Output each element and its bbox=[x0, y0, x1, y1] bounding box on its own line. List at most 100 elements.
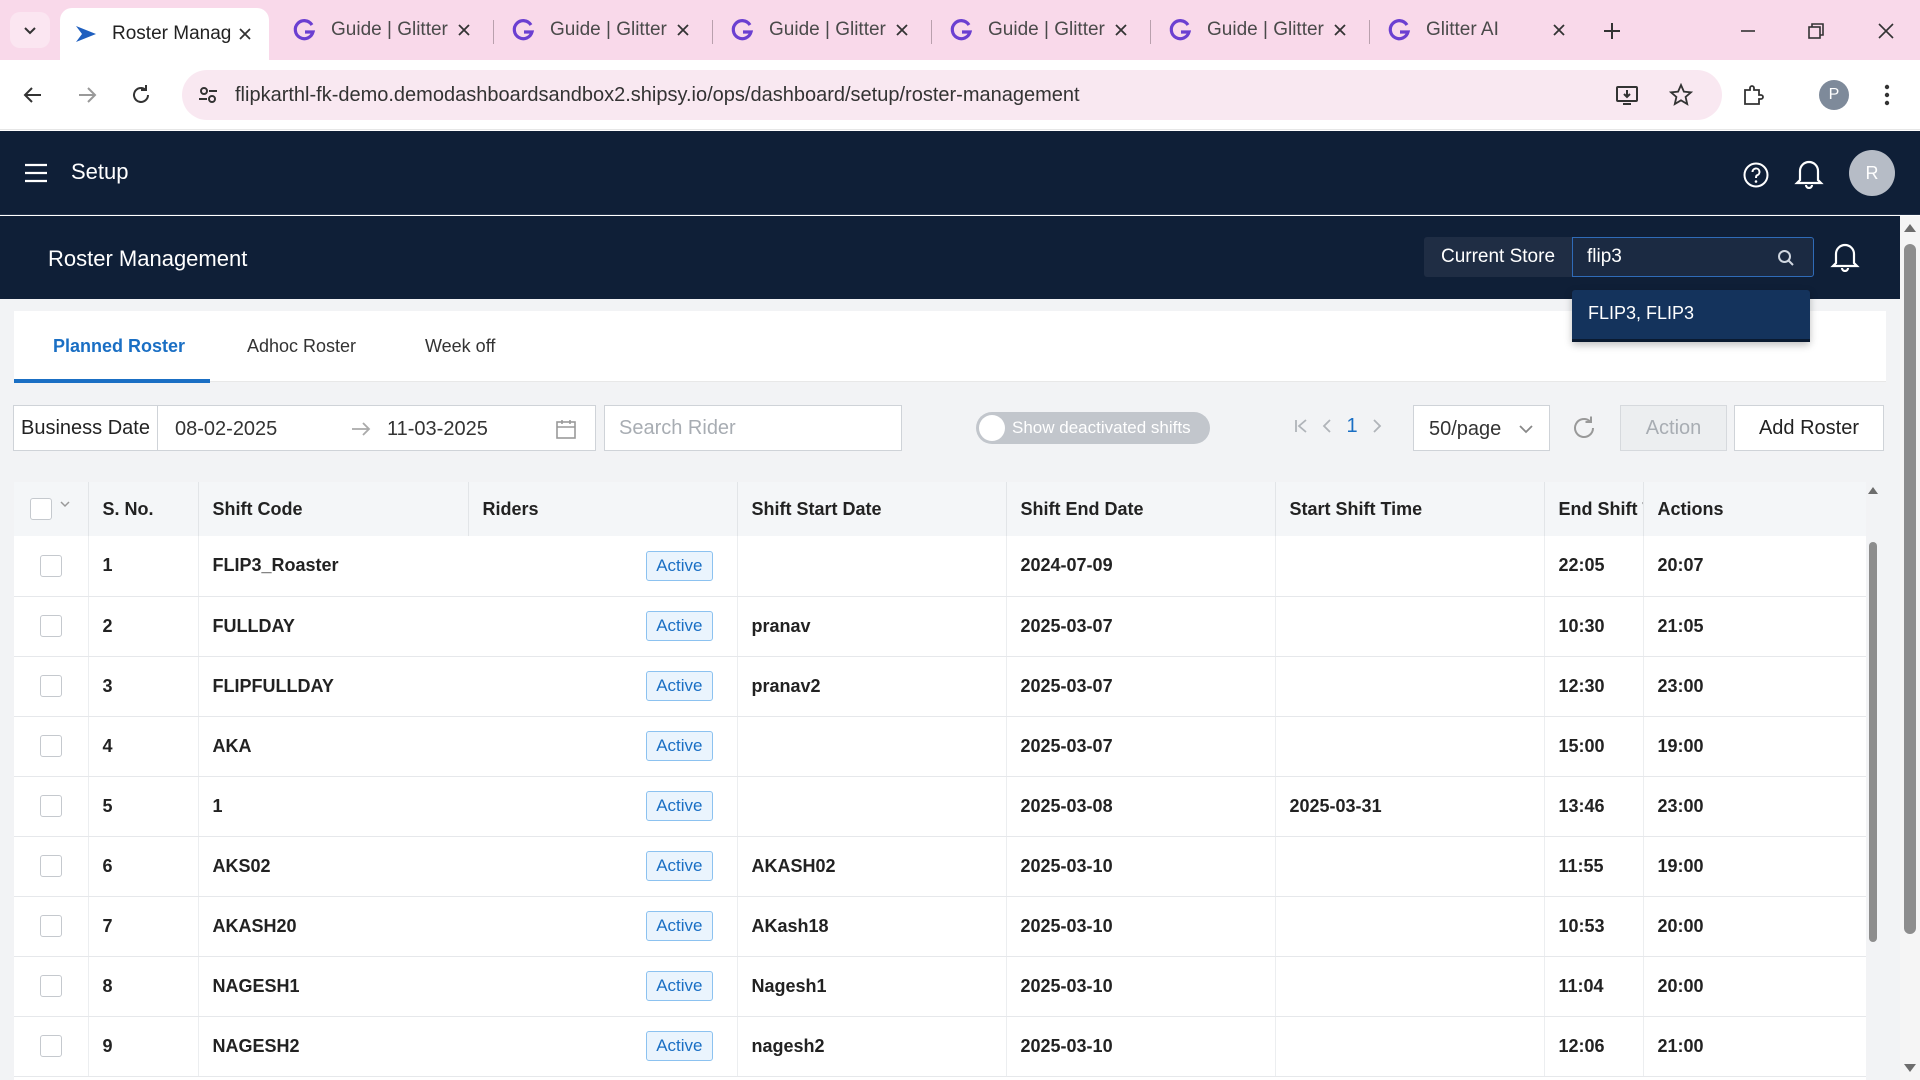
cell-sno: 6 bbox=[88, 836, 199, 897]
close-tab-icon[interactable] bbox=[454, 19, 474, 41]
chevron-down-icon[interactable] bbox=[59, 498, 71, 510]
row-checkbox[interactable] bbox=[39, 675, 62, 698]
page-scrollbar[interactable] bbox=[1900, 216, 1920, 1080]
forward-button[interactable] bbox=[70, 78, 104, 112]
close-tab-icon[interactable] bbox=[673, 19, 693, 41]
page-size-select[interactable]: 50/page bbox=[1413, 405, 1550, 451]
close-tab-icon[interactable] bbox=[1111, 19, 1131, 41]
show-deactivated-toggle[interactable]: Show deactivated shifts bbox=[976, 412, 1210, 444]
row-checkbox[interactable] bbox=[39, 855, 62, 878]
filter-bar: Business Date 08-02-2025 11-03-2025 Show… bbox=[0, 395, 1900, 455]
puzzle-icon bbox=[1744, 85, 1764, 105]
browser-tab[interactable]: Guide | Glitter bbox=[717, 8, 926, 52]
page-scrollbar-thumb[interactable] bbox=[1904, 244, 1916, 934]
status-badge: Active bbox=[646, 971, 713, 1001]
cell-shift-start-date: 2025-03-10 bbox=[1006, 836, 1276, 897]
user-avatar[interactable]: R bbox=[1849, 150, 1895, 196]
cell-end-shift-time: 19:00 bbox=[1643, 716, 1866, 777]
date-from[interactable]: 08-02-2025 bbox=[175, 418, 277, 441]
store-search-input[interactable] bbox=[1587, 246, 1767, 268]
extensions-button[interactable] bbox=[1736, 78, 1770, 112]
row-checkbox[interactable] bbox=[39, 915, 62, 938]
help-icon[interactable] bbox=[1742, 161, 1770, 189]
current-page-number[interactable]: 1 bbox=[1340, 415, 1364, 438]
store-search-field[interactable] bbox=[1572, 237, 1814, 277]
browser-tab[interactable]: Guide | Glitter bbox=[936, 8, 1145, 52]
tab-search-dropdown-button[interactable] bbox=[10, 12, 50, 48]
cell-shift-code: FLIPFULLDAY Active bbox=[198, 656, 738, 717]
next-page-button[interactable] bbox=[1364, 413, 1390, 439]
cell-riders: Nagesh1 bbox=[737, 956, 1007, 1017]
shift-code-text: AKS02 bbox=[212, 855, 271, 876]
url-text[interactable]: flipkarthl-fk-demo.demodashboardsandbox2… bbox=[235, 84, 1080, 107]
current-store-label: Current Store bbox=[1424, 237, 1572, 277]
browser-tab[interactable]: Guide | Glitter bbox=[279, 8, 488, 52]
search-icon[interactable] bbox=[1777, 249, 1795, 267]
table-row: 7 AKASH20 Active AKash18 2025-03-10 10:53 20:0… bbox=[14, 896, 1866, 957]
restore-icon bbox=[1808, 23, 1824, 39]
restore-button[interactable] bbox=[1799, 14, 1833, 48]
close-tab-icon[interactable] bbox=[892, 19, 912, 41]
close-window-button[interactable] bbox=[1869, 14, 1903, 48]
calendar-icon[interactable] bbox=[555, 418, 577, 440]
refresh-icon[interactable] bbox=[1571, 415, 1597, 441]
bookmark-button[interactable] bbox=[1668, 82, 1694, 108]
row-checkbox[interactable] bbox=[39, 795, 62, 818]
header-start-shift-time: Start Shift Time bbox=[1275, 482, 1545, 536]
browser-menu-button[interactable] bbox=[1870, 78, 1904, 112]
browser-tab[interactable]: Glitter AI bbox=[1374, 8, 1583, 52]
tab-adhoc-roster[interactable]: Adhoc Roster bbox=[247, 311, 356, 382]
profile-avatar[interactable]: P bbox=[1819, 80, 1849, 110]
add-roster-button[interactable]: Add Roster bbox=[1734, 405, 1884, 451]
minimize-button[interactable] bbox=[1731, 14, 1765, 48]
notification-bell-icon[interactable] bbox=[1794, 157, 1824, 189]
store-option[interactable]: FLIP3, FLIP3 bbox=[1588, 303, 1694, 324]
prev-page-button[interactable] bbox=[1314, 413, 1340, 439]
close-tab-icon[interactable] bbox=[1330, 19, 1350, 41]
cell-end-shift-time: 20:00 bbox=[1643, 896, 1866, 957]
cell-riders bbox=[737, 716, 1007, 777]
reload-button[interactable] bbox=[124, 78, 158, 112]
date-range-picker[interactable]: 08-02-2025 11-03-2025 bbox=[158, 405, 596, 451]
page-notification-bell-icon[interactable] bbox=[1830, 240, 1860, 272]
select-all-header[interactable] bbox=[14, 482, 89, 536]
cell-start-shift-time: 12:30 bbox=[1544, 656, 1644, 717]
scroll-up-arrow-icon[interactable] bbox=[1900, 220, 1920, 234]
date-to[interactable]: 11-03-2025 bbox=[387, 418, 488, 441]
close-tab-icon[interactable] bbox=[235, 23, 255, 45]
browser-tab[interactable]: Roster Manag bbox=[60, 8, 269, 60]
row-checkbox[interactable] bbox=[39, 975, 62, 998]
select-all-checkbox[interactable] bbox=[30, 498, 53, 521]
browser-tab[interactable]: Guide | Glitter bbox=[498, 8, 707, 52]
row-checkbox[interactable] bbox=[39, 1035, 62, 1058]
browser-tab[interactable]: Guide | Glitter bbox=[1155, 8, 1364, 52]
tab-week-off[interactable]: Week off bbox=[425, 311, 495, 382]
table-scrollbar-thumb[interactable] bbox=[1869, 542, 1877, 942]
back-button[interactable] bbox=[16, 78, 50, 112]
address-bar[interactable]: flipkarthl-fk-demo.demodashboardsandbox2… bbox=[182, 70, 1722, 120]
search-rider-field[interactable] bbox=[604, 405, 902, 451]
row-checkbox[interactable] bbox=[39, 615, 62, 638]
site-settings-icon[interactable] bbox=[196, 83, 220, 107]
action-button[interactable]: Action bbox=[1620, 405, 1727, 451]
row-checkbox[interactable] bbox=[39, 554, 62, 577]
shift-code-text: AKA bbox=[212, 735, 252, 756]
close-tab-icon[interactable] bbox=[1549, 19, 1569, 41]
row-checkbox[interactable] bbox=[39, 735, 62, 758]
scroll-down-arrow-icon[interactable] bbox=[1900, 1062, 1920, 1076]
search-rider-input[interactable] bbox=[619, 417, 889, 440]
install-app-button[interactable] bbox=[1614, 82, 1640, 108]
tab-separator bbox=[931, 20, 932, 44]
first-page-button[interactable] bbox=[1288, 413, 1314, 439]
shipsy-icon bbox=[74, 22, 98, 46]
table-scrollbar[interactable] bbox=[1866, 482, 1880, 1080]
tab-title: Guide | Glitter bbox=[331, 19, 448, 40]
roster-table: S. No. Shift Code Riders Shift Start Dat… bbox=[14, 482, 1866, 1080]
hamburger-menu-icon[interactable] bbox=[22, 159, 50, 187]
tab-separator bbox=[712, 20, 713, 44]
tab-planned-roster[interactable]: Planned Roster bbox=[53, 311, 185, 382]
page-size-value: 50/page bbox=[1429, 418, 1502, 440]
new-tab-button[interactable] bbox=[1595, 14, 1629, 48]
scroll-up-arrow-icon[interactable] bbox=[1866, 484, 1880, 496]
business-date-label: Business Date bbox=[13, 405, 158, 451]
